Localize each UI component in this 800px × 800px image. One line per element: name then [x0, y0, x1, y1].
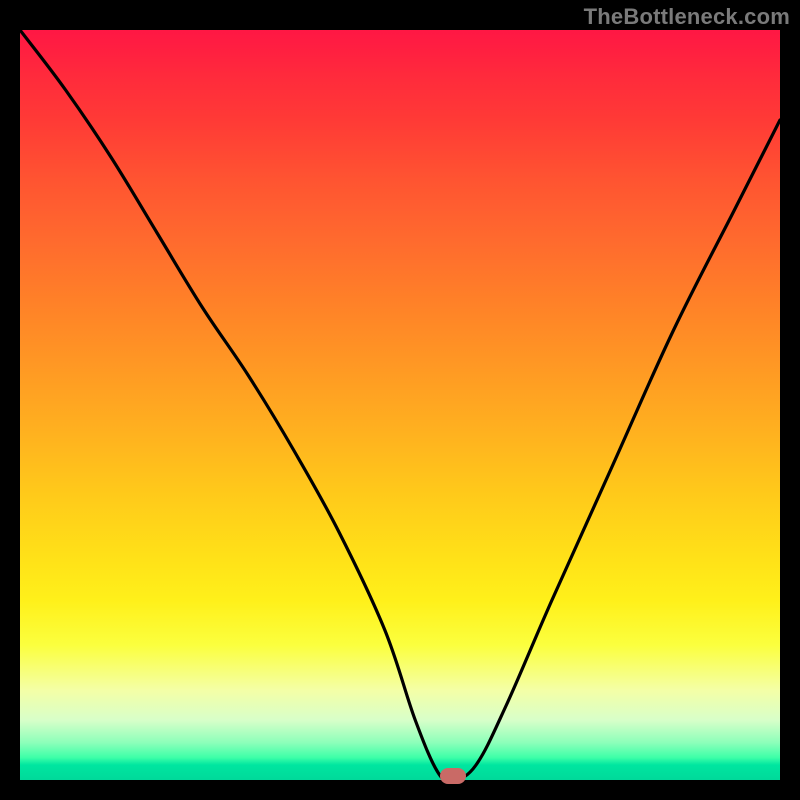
watermark-text: TheBottleneck.com [584, 4, 790, 30]
bottleneck-curve [20, 30, 780, 780]
plot-area [20, 30, 780, 780]
bottleneck-marker [440, 768, 466, 784]
chart-frame: TheBottleneck.com [0, 0, 800, 800]
